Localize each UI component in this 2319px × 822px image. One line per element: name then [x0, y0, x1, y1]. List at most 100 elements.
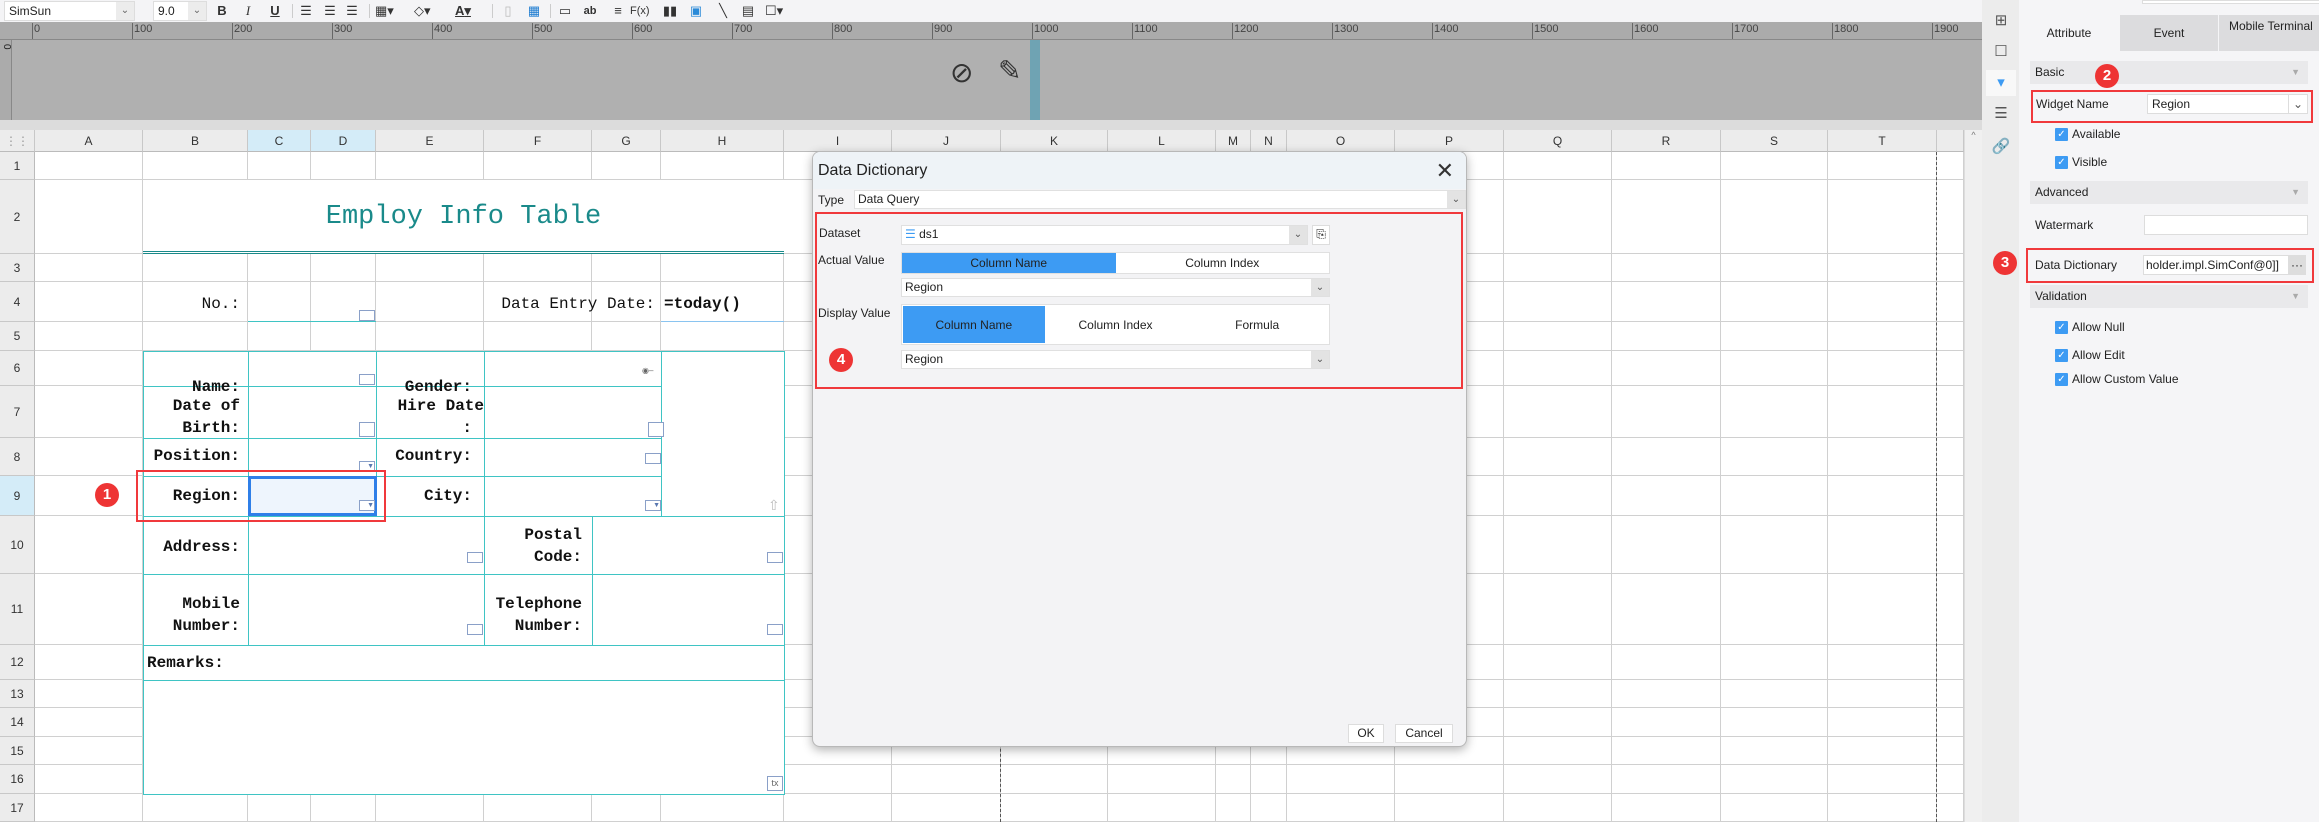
type-select[interactable]: Data Query ⌄ — [854, 190, 1466, 209]
preview-dataset-button[interactable]: ⎘ — [1312, 225, 1330, 245]
eye-slash-icon[interactable]: ⊘ — [950, 56, 973, 89]
form-cell[interactable] — [484, 476, 662, 517]
form-cell[interactable] — [248, 516, 485, 575]
text-widget-marker[interactable] — [359, 310, 375, 321]
column-header-N[interactable]: N — [1251, 130, 1287, 152]
condition-icon[interactable]: ☰ — [1986, 101, 2016, 127]
column-header-E[interactable]: E — [376, 130, 484, 152]
form-cell[interactable] — [248, 386, 377, 439]
pencil-icon[interactable]: ✎ — [998, 54, 1021, 87]
column-header-B[interactable]: B — [143, 130, 248, 152]
watermark-input[interactable] — [2144, 215, 2308, 235]
frame-icon[interactable]: ☐▾ — [765, 2, 783, 20]
canvas-divider[interactable] — [1030, 40, 1040, 120]
tab-event[interactable]: Event — [2120, 15, 2218, 51]
sub-report-icon[interactable]: ▤ — [740, 2, 756, 20]
available-checkbox[interactable]: ✓ — [2055, 128, 2068, 141]
column-header-H[interactable]: H — [661, 130, 784, 152]
widget-settings-icon[interactable]: ▾ — [1986, 70, 2016, 96]
panel-top-input[interactable] — [2142, 0, 2319, 4]
font-color-icon[interactable]: A▾ — [455, 2, 471, 20]
display-column-index-tab[interactable]: Column Index — [1045, 306, 1187, 343]
row-header-6[interactable]: 6 — [0, 351, 35, 386]
text-widget-marker[interactable] — [359, 374, 375, 385]
visible-checkbox[interactable]: ✓ — [2055, 156, 2068, 169]
ok-button[interactable]: OK — [1348, 724, 1384, 743]
cell-attribute-icon[interactable]: ⊞ — [1986, 8, 2016, 34]
form-cell[interactable] — [592, 516, 785, 575]
chart-icon[interactable]: ▮▮ — [662, 2, 678, 20]
form-cell[interactable] — [661, 351, 785, 517]
display-formula-tab[interactable]: Formula — [1186, 306, 1328, 343]
cancel-button[interactable]: Cancel — [1395, 724, 1453, 743]
text-widget-marker[interactable] — [645, 453, 661, 464]
close-icon[interactable]: ✕ — [1436, 152, 1454, 189]
row-header-8[interactable]: 8 — [0, 438, 35, 476]
column-header-F[interactable]: F — [484, 130, 592, 152]
merge-cells-icon[interactable]: ▯ — [500, 2, 516, 20]
column-header-K[interactable]: K — [1001, 130, 1108, 152]
align-center-icon[interactable]: ☰ — [322, 2, 338, 20]
allow-null-checkbox[interactable]: ✓ — [2055, 321, 2068, 334]
column-header-I[interactable]: I — [784, 130, 892, 152]
row-header-5[interactable]: 5 — [0, 322, 35, 351]
form-cell[interactable] — [143, 680, 785, 795]
column-header-C[interactable]: C — [248, 130, 311, 152]
cell-style-icon[interactable]: ☐ — [1986, 39, 2016, 65]
image-widget-icon[interactable]: ⇧ — [768, 497, 780, 514]
row-header-12[interactable]: 12 — [0, 645, 35, 680]
font-size-select[interactable]: 9.0 ⌄ — [153, 1, 207, 21]
select-all-icon[interactable]: ⋮⋮ — [0, 130, 35, 152]
textarea-widget-marker[interactable]: tx — [767, 776, 783, 791]
text-widget-marker[interactable] — [767, 624, 783, 635]
column-header-L[interactable]: L — [1108, 130, 1216, 152]
form-cell[interactable] — [143, 645, 785, 681]
section-validation[interactable]: Validation ▼ — [2030, 285, 2308, 308]
font-family-select[interactable]: SimSun ⌄ — [4, 1, 135, 21]
radio-group-icon[interactable]: ◉– — [642, 367, 653, 375]
column-header-J[interactable]: J — [892, 130, 1001, 152]
slash-icon[interactable]: ╲ — [715, 2, 731, 20]
border-icon[interactable]: ▦▾ — [375, 2, 394, 20]
column-header-G[interactable]: G — [592, 130, 661, 152]
design-canvas[interactable]: ⊘ ✎ — [12, 40, 1982, 120]
tab-attribute[interactable]: Attribute — [2019, 15, 2119, 51]
column-header-P[interactable]: P — [1395, 130, 1504, 152]
row-header-10[interactable]: 10 — [0, 516, 35, 574]
table-grid-icon[interactable]: ▦ — [526, 2, 542, 20]
row-header-17[interactable]: 17 — [0, 794, 35, 822]
column-header-Q[interactable]: Q — [1504, 130, 1612, 152]
italic-button[interactable]: I — [240, 2, 256, 20]
text-widget-marker[interactable] — [467, 552, 483, 563]
calendar-icon[interactable] — [359, 422, 375, 437]
underline-button[interactable]: U — [267, 2, 283, 20]
form-cell[interactable] — [484, 351, 662, 387]
row-header-14[interactable]: 14 — [0, 708, 35, 737]
dropdown-widget-icon[interactable]: ▼ — [645, 500, 661, 511]
form-cell[interactable] — [484, 438, 662, 477]
actual-value-select[interactable]: Region ⌄ — [901, 278, 1330, 297]
actual-column-index-tab[interactable]: Column Index — [1116, 253, 1330, 273]
row-header-9[interactable]: 9 — [0, 476, 35, 516]
section-basic[interactable]: Basic ▼ — [2030, 61, 2308, 84]
form-cell[interactable] — [592, 574, 785, 646]
column-header-T[interactable]: T — [1828, 130, 1937, 152]
section-advanced[interactable]: Advanced ▼ — [2030, 181, 2308, 204]
text-widget-icon[interactable]: ab — [582, 2, 598, 20]
tab-mobile-terminal[interactable]: Mobile Terminal — [2219, 15, 2319, 51]
row-header-11[interactable]: 11 — [0, 574, 35, 645]
text-widget-marker[interactable] — [767, 552, 783, 563]
dataset-select[interactable]: ☰ ds1 ⌄ — [901, 225, 1308, 245]
display-column-name-tab[interactable]: Column Name — [903, 306, 1045, 343]
row-header-3[interactable]: 3 — [0, 254, 35, 282]
row-header-2[interactable]: 2 — [0, 180, 35, 254]
fill-color-icon[interactable]: ◇▾ — [414, 2, 431, 20]
form-cell[interactable] — [484, 386, 662, 439]
column-header-D[interactable]: D — [311, 130, 376, 152]
align-right-icon[interactable]: ☰ — [344, 2, 360, 20]
row-header-1[interactable]: 1 — [0, 152, 35, 180]
form-cell[interactable] — [248, 351, 377, 387]
row-header-7[interactable]: 7 — [0, 386, 35, 438]
align-left-icon[interactable]: ☰ — [298, 2, 314, 20]
bold-button[interactable]: B — [214, 2, 230, 20]
